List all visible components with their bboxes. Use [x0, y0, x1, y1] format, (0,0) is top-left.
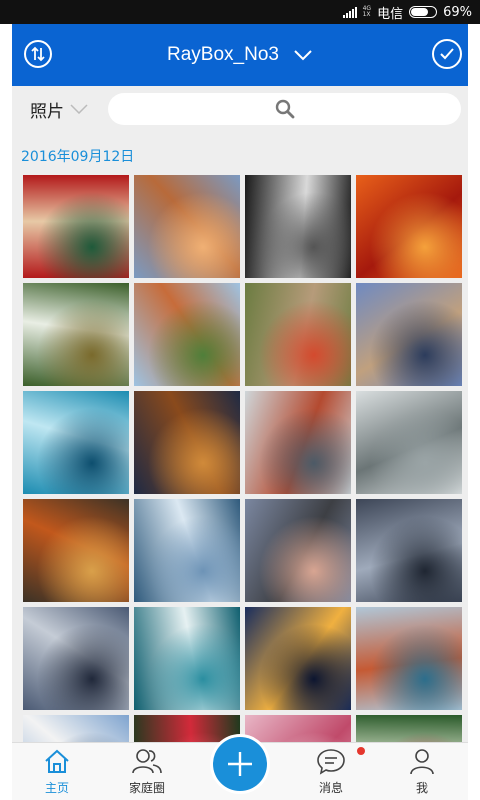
battery-icon [409, 6, 438, 18]
photo-thumbnail[interactable] [245, 175, 351, 278]
search-row: 照片 [12, 86, 468, 132]
photo-thumbnail[interactable] [134, 715, 240, 742]
photo-thumbnail[interactable] [356, 499, 462, 602]
photo-thumbnail[interactable] [245, 607, 351, 710]
network-type: 4G 1X [363, 6, 371, 18]
nav-messages[interactable]: 消息 [296, 747, 366, 796]
photo-thumbnail[interactable] [245, 391, 351, 494]
photo-thumbnail[interactable] [134, 499, 240, 602]
family-icon [132, 749, 162, 774]
photo-thumbnail[interactable] [134, 175, 240, 278]
signal-icon [342, 6, 357, 18]
check-circle-icon [440, 48, 454, 60]
photo-thumbnail[interactable] [245, 283, 351, 386]
nav-me-label: 我 [415, 781, 428, 795]
device-title: RayBox_No3 [167, 44, 279, 65]
notification-badge [357, 747, 365, 755]
photo-thumbnail[interactable] [245, 715, 351, 742]
photo-thumbnail[interactable] [356, 175, 462, 278]
battery-percent: 69% [443, 4, 472, 20]
photo-list[interactable]: 2016年09月12日 [12, 132, 468, 742]
photo-thumbnail[interactable] [23, 607, 129, 710]
device-selector[interactable]: RayBox_No3 [12, 24, 468, 86]
nav-family-label: 家庭圈 [128, 781, 165, 795]
photo-thumbnail[interactable] [356, 607, 462, 710]
status-right: 4G 1X 电信 69% [342, 0, 472, 24]
filter-label: 照片 [30, 101, 64, 122]
photo-grid [23, 175, 463, 742]
message-icon [317, 749, 345, 775]
battery-fill [411, 8, 429, 16]
photo-thumbnail[interactable] [134, 391, 240, 494]
nav-family[interactable]: 家庭圈 [112, 747, 182, 796]
photo-thumbnail[interactable] [23, 715, 129, 742]
photo-thumbnail[interactable] [23, 391, 129, 494]
person-icon [410, 749, 434, 775]
photo-thumbnail[interactable] [356, 391, 462, 494]
photo-thumbnail[interactable] [23, 499, 129, 602]
photo-thumbnail[interactable] [23, 175, 129, 278]
photo-thumbnail[interactable] [356, 283, 462, 386]
plus-icon [228, 752, 252, 776]
search-icon [275, 99, 294, 119]
bottom-nav: 主页 家庭圈 消息 我 [12, 737, 468, 800]
add-button[interactable] [213, 737, 267, 791]
nav-home[interactable]: 主页 [22, 747, 92, 796]
photo-thumbnail[interactable] [134, 607, 240, 710]
status-bar: 4G 1X 电信 69% [0, 0, 480, 24]
section-date: 2016年09月12日 [21, 149, 135, 165]
app-bar: RayBox_No3 [12, 24, 468, 86]
nav-me[interactable]: 我 [387, 747, 457, 796]
select-button[interactable] [432, 39, 462, 69]
photo-thumbnail[interactable] [23, 283, 129, 386]
photo-thumbnail[interactable] [134, 283, 240, 386]
media-type-filter[interactable]: 照片 [30, 96, 88, 122]
photo-thumbnail[interactable] [245, 499, 351, 602]
photo-thumbnail[interactable] [356, 715, 462, 742]
message-icon-wrap [313, 747, 365, 778]
nav-home-label: 主页 [44, 781, 69, 795]
chevron-down-icon [294, 50, 312, 61]
search-input[interactable] [108, 93, 461, 125]
chevron-down-icon [70, 104, 88, 114]
home-icon [45, 749, 69, 773]
network-type-bottom: 1X [362, 11, 371, 18]
nav-messages-label: 消息 [318, 781, 343, 795]
carrier-label: 电信 [377, 6, 404, 22]
